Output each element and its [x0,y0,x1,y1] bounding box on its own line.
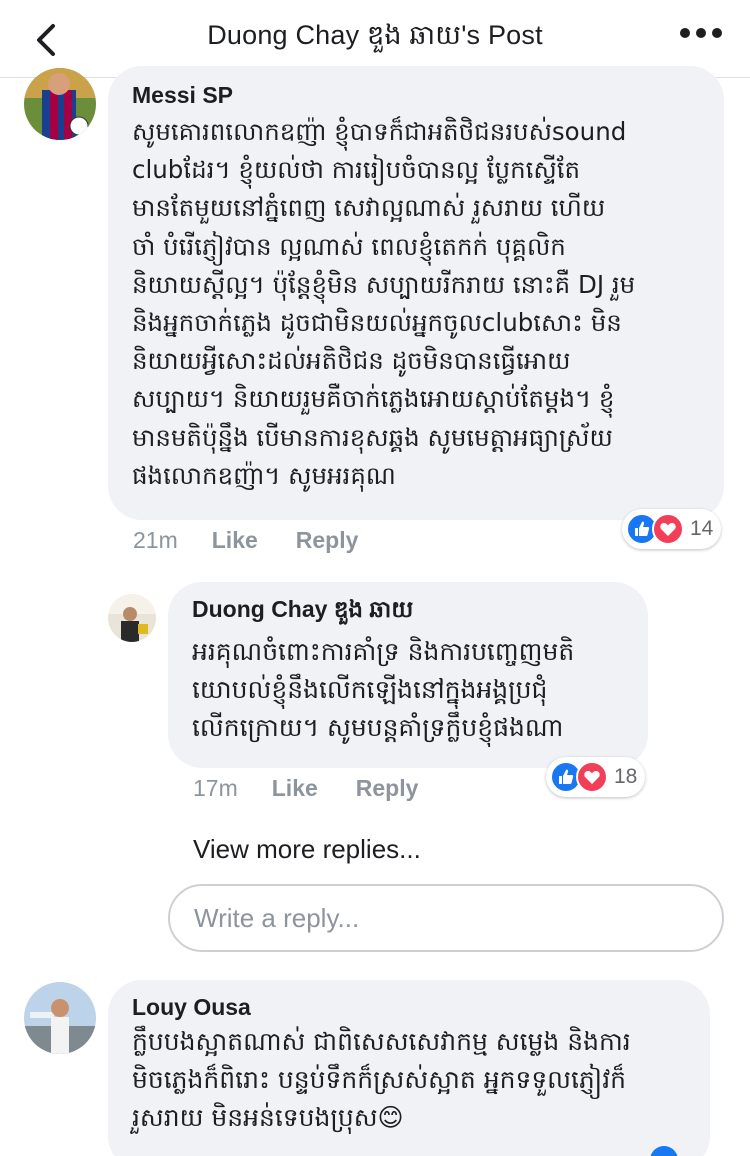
comment-time: 21m [133,527,178,553]
avatar[interactable] [108,594,156,642]
smiling-face-emoji: 😊 [377,1103,404,1132]
reply-input[interactable] [168,884,724,952]
comment-bubble: Louy Ousa ក្លឹបបងស្អាតណាស់ ជាពិសេសសេវាកម… [108,980,710,1156]
back-button[interactable] [28,20,68,60]
reaction-count: 14 [690,517,714,540]
more-dot [696,28,706,38]
comment-bubble: Messi SP សូមគោរពលោកឧញ៉ា ខ្ញុំបាទក៏ជាអតិថ… [108,66,724,520]
comment-author[interactable]: Messi SP [132,82,700,109]
comment-actions: 17m Like Reply [193,775,418,802]
reply-button[interactable]: Reply [356,775,419,802]
chevron-left-icon [37,24,55,56]
comment-author[interactable]: Duong Chay ឌួង ឆាយ [192,596,624,629]
comment-actions: 21m Like Reply [133,527,358,554]
reaction-summary[interactable]: 18 [546,757,646,797]
reaction-count: 18 [614,765,638,788]
reaction-summary[interactable]: 14 [622,509,722,549]
comment-author[interactable]: Louy Ousa [132,994,686,1021]
avatar[interactable] [24,982,96,1054]
comment-time: 17m [193,775,238,801]
more-dot [712,28,722,38]
like-button[interactable]: Like [272,775,318,802]
comment-text: សូមគោរពលោកឧញ៉ា ខ្ញុំបាទក៏ជាអតិថិជនរបស់so… [132,117,636,490]
page-title: Duong Chay ឌួង ឆាយ's Post [207,20,543,50]
avatar[interactable] [24,68,96,140]
heart-icon [652,513,684,545]
comment-bubble: Duong Chay ឌួង ឆាយ អរគុណចំពោះការគាំទ្រ ន… [168,582,648,768]
comment-text: ក្លឹបបងស្អាតណាស់ ជាពិសេសសេវាកម្ម សម្លេង … [132,1023,686,1137]
view-more-replies-link[interactable]: View more replies... [193,834,421,865]
more-dots-icon [680,28,690,38]
reply-button[interactable]: Reply [296,527,359,554]
comment-text: អរគុណចំពោះការគាំទ្រ និងការបញ្ចេញមតិ យោបល… [192,637,575,742]
more-options-button[interactable] [680,28,722,38]
like-button[interactable]: Like [212,527,258,554]
heart-icon [576,761,608,793]
